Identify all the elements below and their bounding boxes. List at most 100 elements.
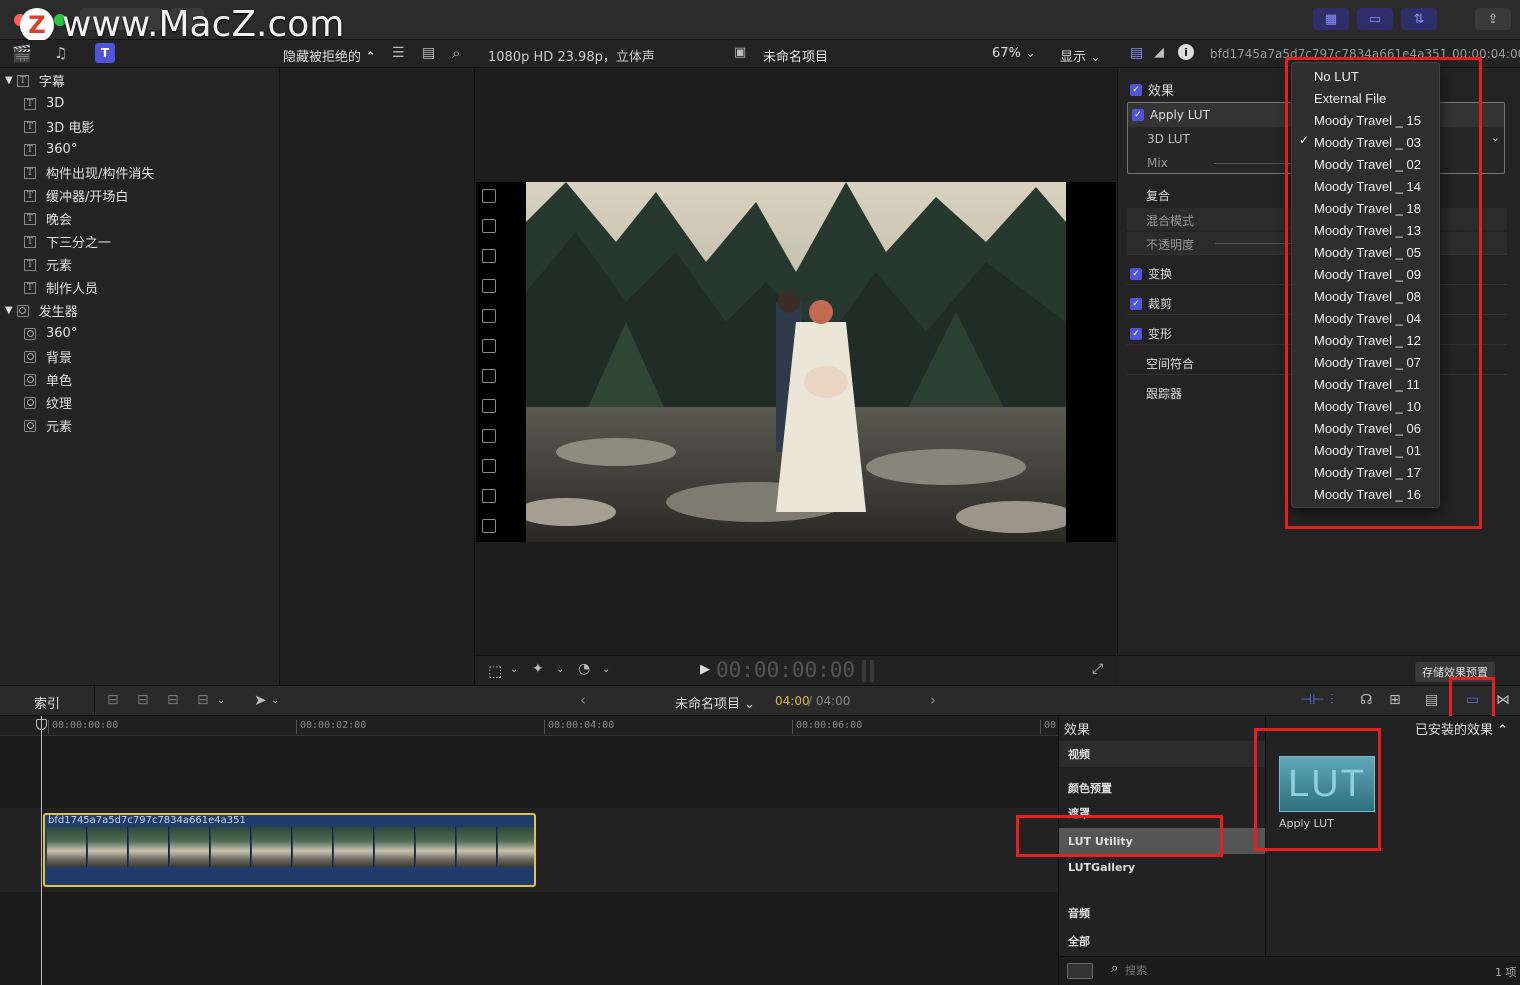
effects-category[interactable]: 视频: [1059, 741, 1265, 767]
index-button[interactable]: 索引: [34, 693, 60, 712]
transitions-browser-icon[interactable]: ⋈: [1496, 692, 1510, 708]
share-button[interactable]: ⇪: [1475, 8, 1511, 30]
play-icon[interactable]: ▶: [700, 662, 710, 677]
crop-section[interactable]: ✓ 裁剪: [1130, 295, 1172, 312]
enhance-wand-icon[interactable]: ✦: [532, 661, 544, 677]
video-inspector-icon[interactable]: ▤: [1130, 45, 1143, 61]
installed-effects-menu[interactable]: 已安装的效果 ⌃: [1415, 719, 1508, 738]
disclosure-triangle-icon[interactable]: ▼: [5, 305, 13, 316]
text-glyph-icon: T: [24, 120, 36, 133]
film-sprocket: [482, 309, 496, 323]
layout-timeline-button[interactable]: ▭: [1357, 8, 1393, 30]
overwrite-clip-icon[interactable]: ⊟: [197, 692, 209, 708]
video-clip[interactable]: bfd1745a7a5d7c797c7834a661e4a351: [43, 813, 536, 887]
info-icon[interactable]: i: [1178, 44, 1194, 60]
sidebar-item-title[interactable]: T 3D 电影: [0, 115, 279, 138]
filmstrip-icon[interactable]: ▤: [422, 45, 435, 61]
chevron-down-icon[interactable]: ⌄: [1491, 131, 1500, 144]
effects-category[interactable]: 颜色预置: [1059, 775, 1265, 801]
ruler-tick-label: 00:00:04:00: [548, 720, 615, 731]
sidebar-item-title[interactable]: T 360°: [0, 138, 279, 161]
ruler-tick-label: 00: [1044, 720, 1057, 731]
playhead[interactable]: [41, 716, 42, 985]
music-photo-icon[interactable]: ♫: [54, 44, 67, 62]
disclosure-triangle-icon[interactable]: ▼: [5, 75, 13, 86]
effects-section[interactable]: ✓ 效果: [1130, 80, 1174, 99]
append-clip-icon[interactable]: ⊟: [167, 692, 179, 708]
ruler-tick-label: 00:00:00:00: [52, 720, 119, 731]
opacity-slider[interactable]: [1215, 243, 1295, 244]
playhead-handle[interactable]: [36, 719, 47, 730]
chevron-down-icon[interactable]: ⌄: [556, 664, 564, 675]
rejected-filter[interactable]: 隐藏被拒绝的 ⌃: [283, 46, 376, 65]
effects-category[interactable]: LUTGallery: [1059, 854, 1265, 880]
effects-search-input[interactable]: [1125, 962, 1485, 980]
sidebar-generators-header[interactable]: ▼ 发生器: [0, 299, 279, 322]
sidebar-item-title[interactable]: T 下三分之一: [0, 230, 279, 253]
layout-inspector-button[interactable]: ⇅: [1401, 8, 1437, 30]
checkbox-icon[interactable]: ✓: [1132, 109, 1144, 121]
spatial-conform-section[interactable]: 空间符合: [1146, 355, 1194, 372]
sidebar-item-title[interactable]: T 晚会: [0, 207, 279, 230]
sidebar-item-generator[interactable]: 纹理: [0, 391, 279, 414]
clip-appearance-icon[interactable]: ▤: [1425, 692, 1438, 708]
sidebar-item-generator[interactable]: 背景: [0, 345, 279, 368]
mix-slider[interactable]: [1213, 162, 1294, 164]
fullscreen-icon[interactable]: ⤢: [1092, 661, 1103, 677]
sidebar-item-title[interactable]: T 构件出现/构件消失: [0, 161, 279, 184]
chevron-right-icon[interactable]: ›: [930, 691, 936, 709]
connect-clip-icon[interactable]: ⊟: [107, 692, 119, 708]
chevron-left-icon[interactable]: ‹: [580, 691, 586, 709]
timeline-project-menu[interactable]: 未命名项目 ⌄: [675, 693, 755, 712]
sidebar-titles-header[interactable]: ▼ T 字幕: [0, 69, 279, 92]
skimming-icon[interactable]: ⊣⊢: [1300, 692, 1324, 708]
chevron-down-icon[interactable]: ⌄: [271, 695, 279, 706]
composite-label[interactable]: 复合: [1146, 187, 1170, 204]
sidebar-item-label: 纹理: [46, 397, 73, 412]
audio-skimming-icon[interactable]: ⫶: [1330, 692, 1334, 708]
checkbox-icon[interactable]: ✓: [1130, 297, 1142, 310]
timeline-total-duration: / 04:00: [808, 694, 851, 708]
retime-icon[interactable]: ◔: [578, 661, 590, 677]
sidebar-item-generator[interactable]: 元素: [0, 414, 279, 437]
checkbox-icon[interactable]: ✓: [1130, 267, 1142, 280]
sidebar-item-generator[interactable]: 单色: [0, 368, 279, 391]
titles-generators-icon[interactable]: T: [95, 43, 115, 63]
effects-category[interactable]: 全部: [1059, 928, 1265, 954]
checkbox-icon[interactable]: ✓: [1130, 327, 1142, 340]
solo-headphones-icon[interactable]: ☊: [1360, 692, 1372, 708]
distort-section[interactable]: ✓ 变形: [1130, 325, 1172, 342]
sidebar-item-title[interactable]: T 元素: [0, 253, 279, 276]
select-tool-icon[interactable]: ➤: [254, 691, 267, 709]
tracker-section[interactable]: 跟踪器: [1146, 385, 1182, 402]
clip-name: bfd1745a7a5d7c797c7834a661e4a351: [48, 815, 246, 826]
sidebar-item-title[interactable]: T 3D: [0, 92, 279, 115]
checkbox-icon[interactable]: ✓: [1130, 83, 1142, 96]
zoom-menu[interactable]: 67% ⌄: [992, 46, 1036, 61]
sidebar-item-title[interactable]: T 缓冲器/开场白: [0, 184, 279, 207]
layout-browser-button[interactable]: ▦: [1313, 8, 1349, 30]
chevron-down-icon[interactable]: ⌄: [510, 664, 518, 675]
transform-section[interactable]: ✓ 变换: [1130, 265, 1172, 282]
insert-clip-icon[interactable]: ⊟: [137, 692, 149, 708]
display-menu[interactable]: 显示 ⌄: [1060, 46, 1101, 65]
effects-category[interactable]: 音频: [1059, 900, 1265, 926]
transform-tool-icon[interactable]: ⬚: [488, 662, 502, 680]
chevron-down-icon[interactable]: ⌄: [602, 664, 610, 675]
snapping-icon[interactable]: ⊞: [1389, 692, 1401, 708]
chevron-down-icon[interactable]: ⌄: [217, 695, 225, 706]
sidebar-toggle-icon[interactable]: [1067, 963, 1093, 979]
clip-thumbnail: [416, 827, 456, 867]
ruler-tick: [544, 720, 545, 734]
color-inspector-icon[interactable]: ◢: [1154, 45, 1164, 60]
ruler-tick-label: 00:00:06:00: [796, 720, 863, 731]
timecode-display[interactable]: 00:00:00:00: [716, 658, 855, 682]
sidebar-item-generator[interactable]: 360°: [0, 322, 279, 345]
search-icon[interactable]: ⌕: [452, 44, 460, 62]
timeline-ruler[interactable]: 00:00:00:00 00:00:02:00 00:00:04:00 00:00:0…: [0, 716, 1058, 736]
clapper-icon[interactable]: 🎬: [12, 44, 32, 63]
annotation-highlight-box: [1016, 815, 1223, 857]
forest-couple-image: [526, 182, 1066, 542]
list-view-icon[interactable]: ☰: [392, 45, 405, 61]
sidebar-item-title[interactable]: T 制作人员: [0, 276, 279, 299]
